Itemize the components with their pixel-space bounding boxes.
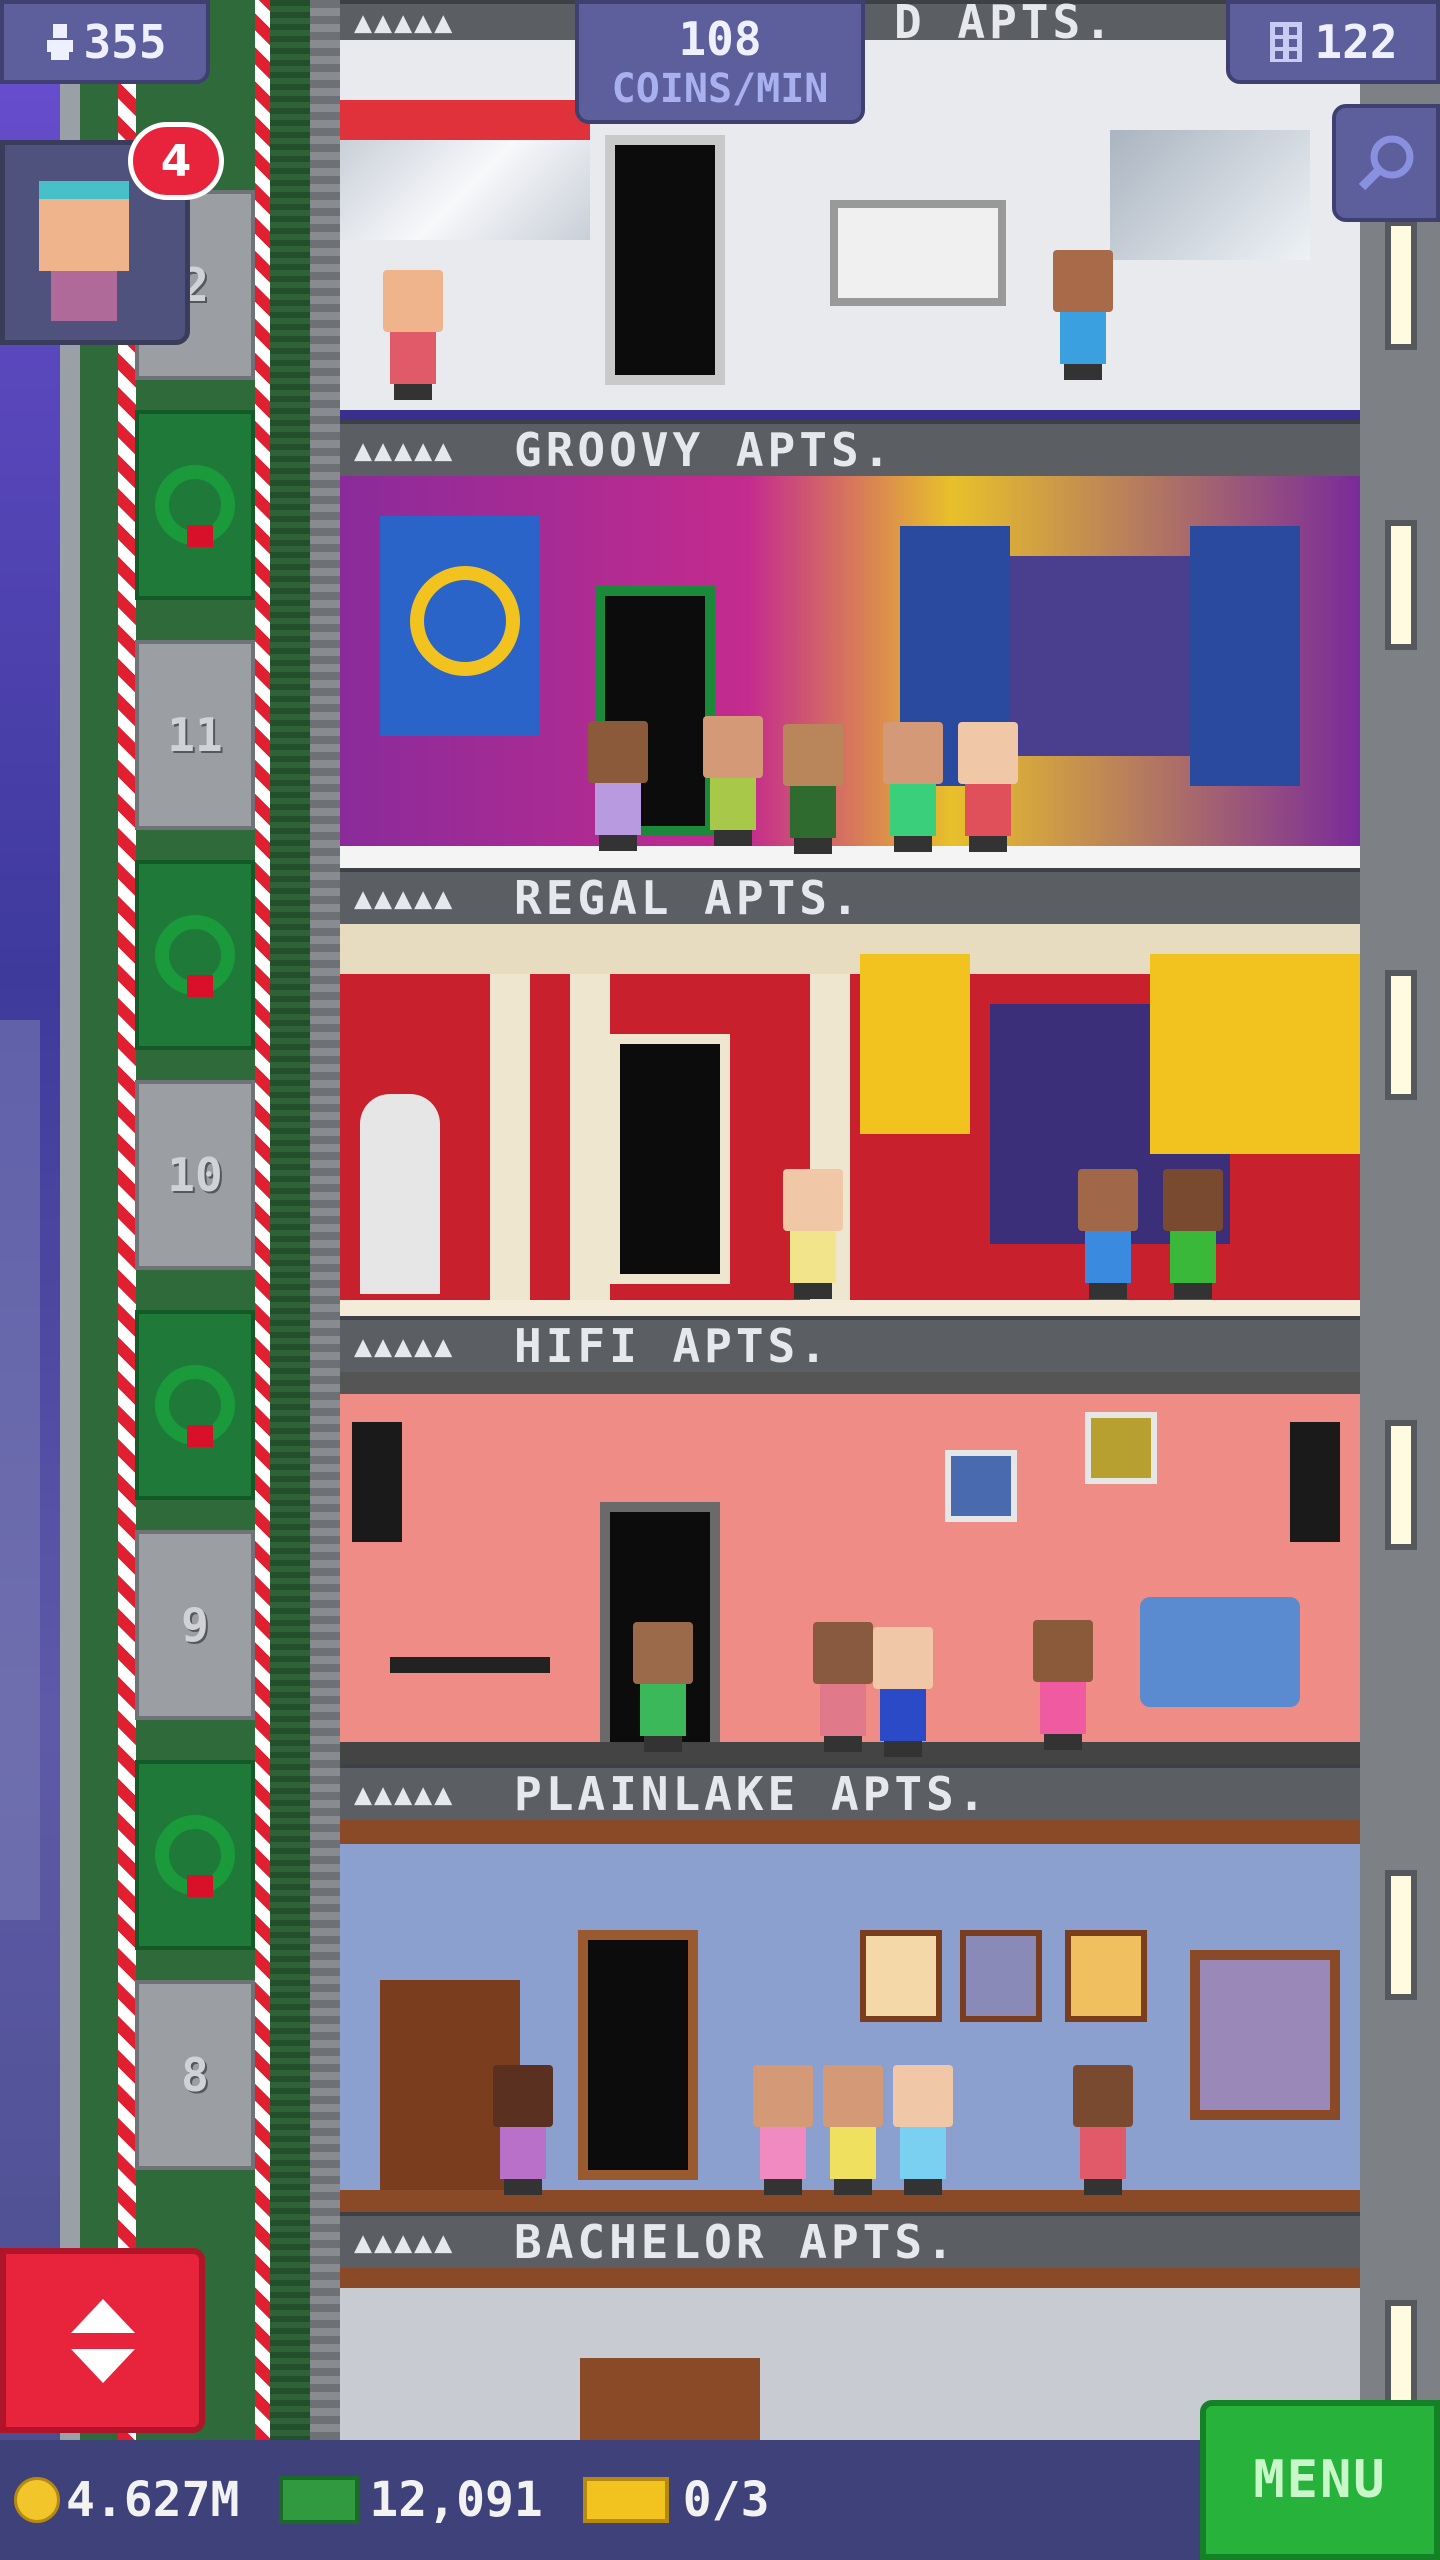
floor-label: ▲▲▲▲▲ BACHELOR APTS.: [340, 2212, 1360, 2269]
search-button[interactable]: [1332, 104, 1440, 222]
wall-light: [1385, 520, 1417, 650]
wreath-icon: [155, 465, 235, 547]
resident[interactable]: [1075, 1169, 1141, 1299]
resident[interactable]: [870, 1627, 936, 1757]
floor-label: ▲▲▲▲▲ HIFI APTS.: [340, 1316, 1360, 1373]
resident[interactable]: [890, 2065, 956, 2195]
wreath-icon: [155, 1365, 235, 1447]
up-down-arrows-icon: [70, 2298, 135, 2383]
room-door: [610, 1034, 730, 1284]
resident[interactable]: [1070, 2065, 1136, 2195]
room-groovy[interactable]: [340, 476, 1360, 868]
floors-value: 122: [1314, 15, 1398, 69]
menu-button[interactable]: MENU: [1200, 2400, 1440, 2560]
bux-value: 12,091: [369, 2472, 543, 2528]
wall-light: [1385, 970, 1417, 1100]
resident[interactable]: [1160, 1169, 1226, 1299]
elevator-floor-marker: 11: [135, 640, 255, 830]
tower-frame: [310, 0, 340, 2440]
candy-cane-decoration: [118, 0, 136, 2440]
room-hifi[interactable]: [340, 1372, 1360, 1764]
floor-rating: ▲▲▲▲▲: [354, 880, 455, 916]
menu-label: MENU: [1253, 2450, 1387, 2510]
distant-building: [0, 1020, 40, 1920]
magnifier-icon: [1358, 135, 1414, 191]
room-plainlake[interactable]: [340, 1820, 1360, 2212]
coins-counter[interactable]: 4.627M: [14, 2472, 239, 2528]
wall-light: [1385, 1870, 1417, 2000]
income-display[interactable]: 108 COINS/MIN: [575, 0, 865, 124]
resident[interactable]: [820, 2065, 886, 2195]
resident[interactable]: [630, 1622, 696, 1752]
building-icon: [1270, 22, 1303, 62]
wreath-icon: [155, 1815, 235, 1897]
floor-rating: ▲▲▲▲▲: [354, 1776, 455, 1812]
bux-counter[interactable]: 12,091: [279, 2472, 543, 2528]
resident[interactable]: [1030, 1620, 1096, 1750]
floor-rating: ▲▲▲▲▲: [354, 2224, 455, 2260]
room-regal[interactable]: [340, 924, 1360, 1316]
population-counter[interactable]: 355: [0, 0, 210, 84]
floor-rating: ▲▲▲▲▲: [354, 4, 455, 40]
avatar: [39, 181, 129, 271]
floor-label: ▲▲▲▲▲ GROOVY APTS.: [340, 420, 1360, 477]
resident[interactable]: [780, 1169, 846, 1299]
resident[interactable]: [780, 724, 846, 854]
tower-right-wall: [1360, 0, 1440, 2440]
resident[interactable]: [955, 722, 1021, 852]
floor-name: HIFI APTS.: [514, 1319, 831, 1373]
wreath-icon: [155, 915, 235, 997]
floor-rating: ▲▲▲▲▲: [354, 1328, 455, 1364]
resident[interactable]: [490, 2065, 556, 2195]
person-icon: [47, 24, 74, 60]
elevator-floor-marker: 8: [135, 1980, 255, 2170]
income-unit: COINS/MIN: [611, 66, 829, 112]
floor-name: PLAINLAKE APTS.: [514, 1767, 990, 1821]
floor-name: REGAL APTS.: [514, 871, 863, 925]
resident[interactable]: [750, 2065, 816, 2195]
notification-badge: 4: [128, 122, 224, 200]
room-door: [578, 1930, 698, 2180]
population-value: 355: [83, 15, 167, 69]
floor-label: ▲▲▲▲▲ REGAL APTS.: [340, 868, 1360, 925]
elevator-floor-marker: 10: [135, 1080, 255, 1270]
floor-name: GROOVY APTS.: [514, 423, 895, 477]
floor-rating: ▲▲▲▲▲: [354, 432, 455, 468]
coin-icon: [14, 2477, 60, 2523]
resident[interactable]: [585, 721, 651, 851]
resident[interactable]: [380, 270, 446, 400]
wreath-decoration: [135, 1310, 255, 1500]
wreath-decoration: [135, 860, 255, 1050]
tickets-counter[interactable]: 0/3: [582, 2472, 770, 2528]
tickets-value: 0/3: [682, 2472, 770, 2528]
resident[interactable]: [700, 716, 766, 846]
wall-light: [1385, 1420, 1417, 1550]
floor-name: BACHELOR APTS.: [514, 2215, 958, 2269]
resident[interactable]: [1050, 250, 1116, 380]
bux-icon: [279, 2476, 360, 2524]
floors-counter[interactable]: 122: [1226, 0, 1440, 84]
floor-label: ▲▲▲▲▲ PLAINLAKE APTS.: [340, 1764, 1360, 1821]
resident[interactable]: [880, 722, 946, 852]
elevator-button[interactable]: [0, 2248, 205, 2433]
elevator-floor-marker: 9: [135, 1530, 255, 1720]
resident[interactable]: [810, 1622, 876, 1752]
shaft-rail: [270, 0, 310, 2440]
coins-value: 4.627M: [66, 2472, 240, 2528]
shaft-wall: [60, 0, 80, 2440]
wall-light: [1385, 220, 1417, 350]
income-value: 108: [678, 12, 762, 66]
wreath-decoration: [135, 1760, 255, 1950]
ticket-icon: [582, 2477, 669, 2523]
room-door: [605, 135, 725, 385]
wreath-decoration: [135, 410, 255, 600]
